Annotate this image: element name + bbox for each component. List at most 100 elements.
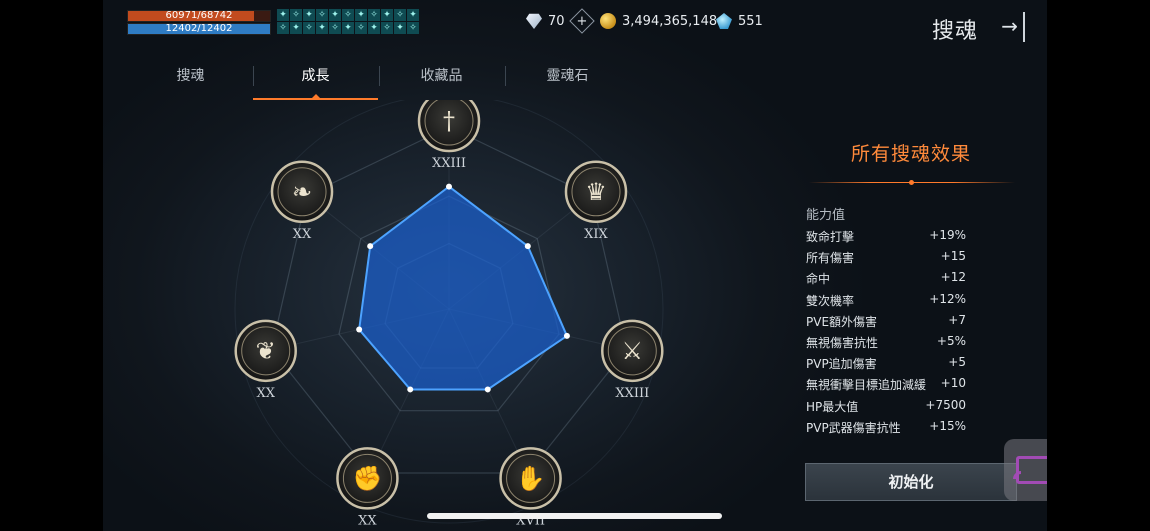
panel-title: 所有搜魂效果 [851,143,972,165]
buff-icon: ✦ [394,22,406,34]
stat-row: 無視衝擊目標追加減緩 +10 [806,376,966,396]
crown-flower-emblem-icon[interactable]: ♛ XIX [564,160,628,242]
buff-icon: ✧ [368,9,380,21]
stat-value: +12 [940,270,966,285]
screen-cast-button[interactable] [1004,439,1047,501]
hp-bar: 60971/68742 [127,10,271,22]
stat-name: PVE額外傷害 [806,314,878,329]
stat-row: 致命打擊 +19% [806,228,966,248]
radar-data-point [446,183,452,190]
stat-row: PVE額外傷害 +7 [806,313,966,333]
stat-row: 雙次機率 +12% [806,292,966,312]
diamond-count: 70 [548,13,565,29]
stat-row: 無視傷害抗性 +5% [806,334,966,354]
buff-icon: ✦ [277,9,289,21]
medal-level-label: XXIII [615,386,649,401]
medal-level-label: XIX [584,227,608,242]
diamond-icon [526,13,542,29]
home-indicator[interactable] [427,513,722,519]
fist-emblem-icon[interactable]: ✊ XX [336,447,399,528]
soul-effects-panel: 所有搜魂效果 能力值 致命打擊 +19% 所有傷害 +15 命中 +12 雙次機率 +12% P… [803,100,1023,531]
panel-divider [809,180,1015,185]
add-diamond-button[interactable]: + [568,8,595,34]
crystal-icon [716,13,732,29]
buff-icon: ✦ [368,22,380,34]
tab-growth[interactable]: 成長 [253,60,378,100]
screen-title: 搜魂 [932,19,979,44]
feather-emblem-icon[interactable]: ❧ XX [270,160,334,242]
medal-glyph: ❧ [292,178,312,206]
medal-level-label: XX [358,513,377,528]
crystal-currency: 551 [716,12,763,30]
sword-emblem-icon[interactable]: † XXIII [417,100,481,171]
game-screen: 60971/68742 12402/12402 ✦ ✧ ✦ ✧ ✦ ✧ ✦ ✧ ✦ ✧ ✦ ✧ ✦ ✧ ✦ ✧… [103,0,1047,531]
radar-data-point [356,326,363,333]
stat-value: +19% [929,228,966,242]
stat-value: +5 [948,355,966,370]
radar-data-point [407,386,414,393]
gold-count: 3,494,365,148 [622,13,718,29]
buff-icon: ✧ [407,22,419,34]
medal-glyph: ❦ [256,337,276,365]
stat-name: PVP追加傷害 [806,357,877,372]
crystal-count: 551 [738,13,763,29]
stat-name: 無視衝擊目標追加減緩 [806,378,927,393]
buff-icon: ✦ [329,9,341,21]
buff-icon: ✦ [303,9,315,21]
plus-icon: + [576,13,587,29]
stat-value: +12% [929,291,966,306]
medal-level-label: XX [293,227,312,242]
cast-icon [1016,456,1047,484]
radar-data-point [563,332,570,339]
stat-value: +10 [940,376,966,391]
stat-row: 命中 +12 [806,270,966,290]
stat-value: +15 [940,249,966,264]
stat-name: HP最大值 [806,399,859,414]
medal-glyph: ♛ [585,178,607,206]
wing-claw-emblem-icon[interactable]: ❦ XX [234,319,297,401]
tri-sword-emblem-icon[interactable]: ⚔ XXIII [601,319,664,401]
buff-icon: ✧ [290,9,302,21]
buff-icon: ✦ [342,22,354,34]
medal-glyph: † [443,107,455,135]
stat-name: 雙次機率 [806,293,855,308]
medal-glyph: ✊ [352,464,382,492]
reset-button[interactable]: 初始化 [805,463,1017,501]
buff-icon: ✦ [290,22,302,34]
medal-glyph: ⚔ [622,337,644,365]
radar-data-point [524,243,531,250]
soul-radar-chart: †XXIII♛XIX⚔XXIII✋XVII✊XX❦XX❧XX [234,100,664,528]
stat-name: PVP武器傷害抗性 [806,420,901,435]
stat-row: PVP武器傷害抗性 +15% [806,419,966,439]
diamond-currency: 70 + [526,8,595,34]
hp-text: 60971/68742 [165,10,233,21]
tab-bar: 搜魂 成長 收藏品 靈魂石 [128,60,630,100]
tab-collection[interactable]: 收藏品 [379,60,504,98]
stat-row: PVP追加傷害 +5 [806,355,966,375]
medal-glyph: ✋ [516,464,546,492]
stat-name: 所有傷害 [806,251,855,266]
medal-level-label: XX [256,386,275,401]
buff-icons: ✦ ✧ ✦ ✧ ✦ ✧ ✦ ✧ ✦ ✧ ✦ ✧ ✦ ✧ ✦ ✧ ✦ ✧ ✦ ✧ ✦ ✧ [277,9,419,35]
tab-search-soul[interactable]: 搜魂 [128,60,253,98]
buff-icon: ✦ [316,22,328,34]
buff-icon: ✧ [277,22,289,34]
stat-name: 無視傷害抗性 [806,336,879,350]
stat-value: +7500 [925,397,966,412]
exit-button[interactable]: → [995,12,1025,42]
buff-icon: ✦ [407,9,419,21]
stat-value: +15% [929,418,966,433]
buff-icon: ✧ [342,9,354,21]
medal-level-label: XXIII [432,156,466,171]
gold-currency: 3,494,365,148 [600,12,717,30]
stat-value: +7 [948,312,966,327]
stat-row: HP最大值 +7500 [806,398,966,418]
buff-icon: ✦ [355,9,367,21]
radar-data-point [484,386,491,393]
buff-icon: ✧ [381,22,393,34]
radar-data-area [358,185,569,391]
tab-soul-stone[interactable]: 靈魂石 [505,60,630,98]
buff-icon: ✦ [381,9,393,21]
buff-icon: ✧ [355,22,367,34]
stats-heading: 能力值 [806,208,846,223]
